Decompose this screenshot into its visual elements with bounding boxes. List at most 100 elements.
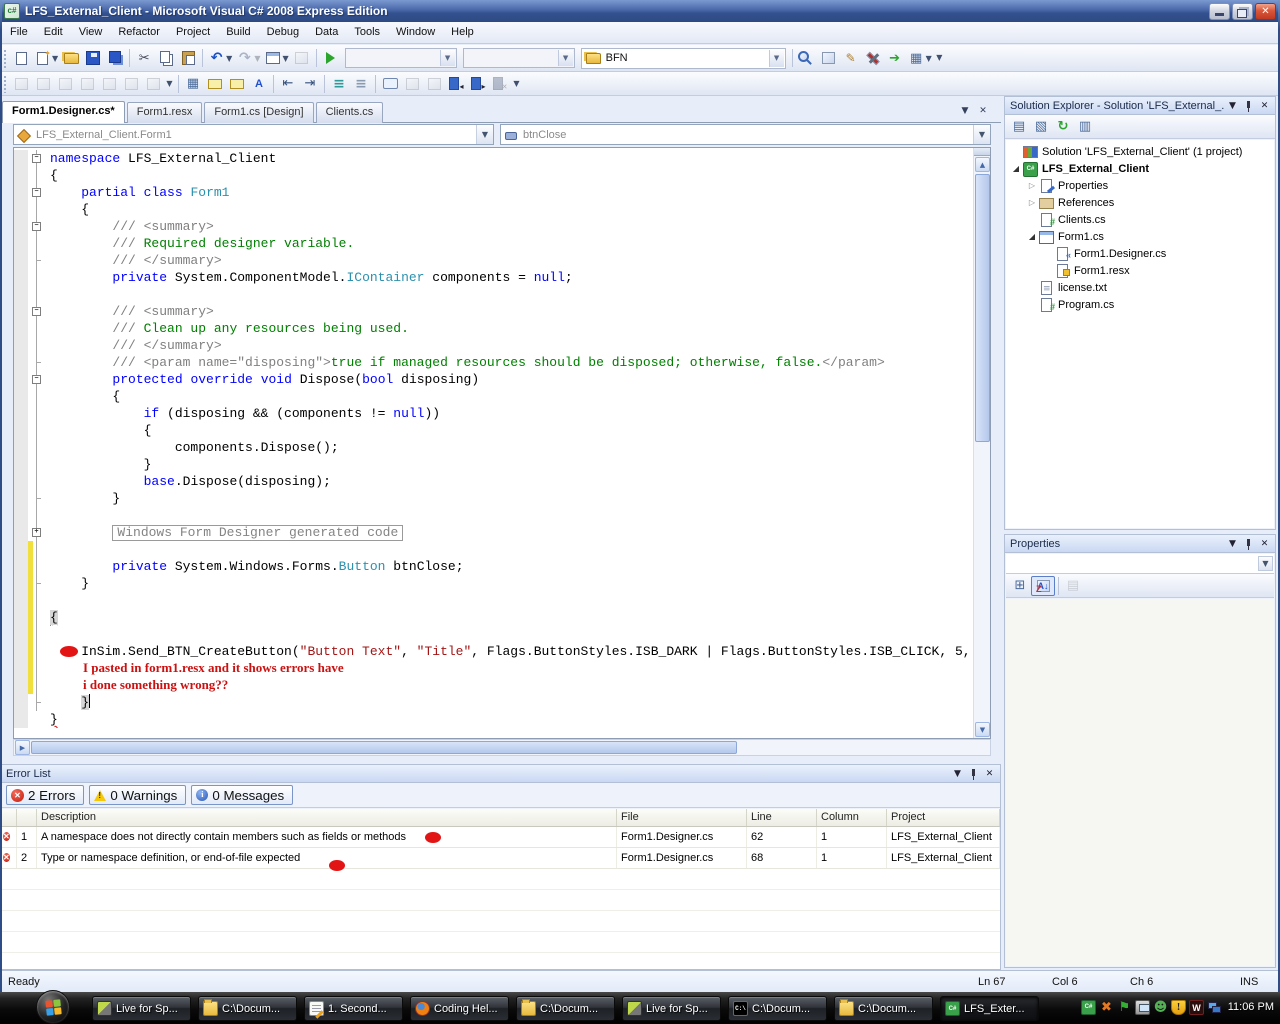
fold-toggle-icon[interactable]: − [32, 222, 41, 231]
scroll-right-icon[interactable]: ▶ [15, 740, 30, 755]
fold-margin[interactable]: − [28, 184, 44, 201]
filter-errors-button[interactable]: 2 Errors [6, 785, 85, 805]
error-row[interactable]: 2Type or namespace definition, or end-of… [1, 848, 1000, 871]
member-list-button[interactable]: ▼ [906, 47, 934, 69]
word-completion-button[interactable] [248, 73, 270, 95]
menu-window[interactable]: Window [388, 22, 443, 43]
tree-item-program-cs[interactable]: Program.cs [1006, 296, 1274, 313]
tab-form1-cs-design-[interactable]: Form1.cs [Design] [204, 102, 314, 123]
column-header-Line[interactable]: Line [747, 809, 817, 826]
fold-margin[interactable] [28, 167, 44, 184]
fold-margin[interactable]: + [28, 524, 44, 541]
scroll-up-icon[interactable]: ▲ [975, 157, 990, 172]
fold-margin[interactable] [28, 456, 44, 473]
close-button[interactable]: ✕ [1255, 2, 1276, 20]
configuration-combo[interactable]: ▼ [462, 48, 575, 68]
toolbar-overflow-icon[interactable]: ▼ [934, 47, 945, 69]
fold-margin[interactable] [28, 422, 44, 439]
code-line[interactable]: /// Required designer variable. [14, 235, 973, 252]
code-line[interactable]: { [14, 167, 973, 184]
column-header-Project[interactable]: Project [887, 809, 1000, 826]
device-tray-icon[interactable] [1135, 1000, 1150, 1015]
tree-item-form1-resx[interactable]: Form1.resx [1006, 262, 1274, 279]
fold-toggle-icon[interactable]: − [32, 375, 41, 384]
find-in-files-button[interactable] [796, 47, 818, 69]
chevron-down-icon[interactable]: ▼ [439, 50, 455, 66]
minimize-button[interactable] [1209, 2, 1230, 20]
messenger-tray-icon[interactable] [1153, 1000, 1168, 1015]
code-line[interactable]: private System.ComponentModel.IContainer… [14, 269, 973, 286]
fold-margin[interactable] [28, 269, 44, 286]
code-line[interactable]: private System.Windows.Forms.Button btnC… [14, 558, 973, 575]
winamp-tray-icon[interactable] [1189, 1000, 1204, 1015]
save-all-button[interactable] [104, 47, 126, 69]
shield-tray-icon[interactable] [1171, 1000, 1186, 1015]
column-header-Description[interactable]: Description [37, 809, 617, 826]
filter-messages-button[interactable]: 0 Messages [191, 785, 294, 805]
tree-expander-icon[interactable] [1010, 160, 1022, 177]
menu-refactor[interactable]: Refactor [110, 22, 168, 43]
fold-margin[interactable] [28, 473, 44, 490]
code-line[interactable]: − protected override void Dispose(bool d… [14, 371, 973, 388]
column-header-File[interactable]: File [617, 809, 747, 826]
view-diagram-button[interactable] [1074, 117, 1096, 137]
taskbar-button-live-for-sp-[interactable]: Live for Sp... [622, 996, 721, 1021]
fold-margin[interactable] [28, 694, 44, 711]
auto-hide-pin-icon[interactable] [1241, 537, 1256, 551]
code-line[interactable]: /// </summary> [14, 252, 973, 269]
chevron-down-icon[interactable]: ▼ [1258, 556, 1273, 571]
tree-item-license-txt[interactable]: license.txt [1006, 279, 1274, 296]
navigate-window-button[interactable]: ▼ [262, 47, 290, 69]
menu-edit[interactable]: Edit [36, 22, 71, 43]
start-page-button[interactable] [884, 47, 906, 69]
code-line[interactable]: } [14, 711, 973, 728]
tree-item-lfs-external-client[interactable]: LFS_External_Client [1006, 160, 1274, 177]
scroll-down-icon[interactable]: ▼ [975, 722, 990, 737]
object-combo[interactable]: ▼ [1006, 554, 1274, 574]
code-line[interactable]: − namespace LFS_External_Client [14, 150, 973, 167]
taskbar-button-coding-hel-[interactable]: Coding Hel... [410, 996, 509, 1021]
menu-data[interactable]: Data [307, 22, 346, 43]
fold-margin[interactable] [28, 354, 44, 371]
code-line[interactable] [14, 592, 973, 609]
fold-margin[interactable] [28, 405, 44, 422]
tree-item-references[interactable]: References [1006, 194, 1274, 211]
fold-toggle-icon[interactable]: − [32, 154, 41, 163]
window-position-icon[interactable]: ▼ [1225, 537, 1240, 551]
tree-item-clients-cs[interactable]: Clients.cs [1006, 211, 1274, 228]
save-button[interactable] [82, 47, 104, 69]
horizontal-scroll-thumb[interactable] [31, 741, 737, 754]
code-line[interactable] [14, 541, 973, 558]
fold-margin[interactable] [28, 507, 44, 524]
code-line[interactable]: /// </summary> [14, 337, 973, 354]
fold-margin[interactable] [28, 711, 44, 728]
chevron-down-icon[interactable]: ▼ [768, 49, 784, 67]
taskbar-button-1-second-[interactable]: 1. Second... [304, 996, 403, 1021]
highlight-rect-button[interactable] [379, 73, 401, 95]
filter-warnings-button[interactable]: 0 Warnings [89, 785, 187, 805]
active-files-dropdown-icon[interactable]: ▼ [957, 104, 973, 119]
code-line[interactable]: { [14, 388, 973, 405]
menu-file[interactable]: File [2, 22, 36, 43]
fold-margin[interactable] [28, 286, 44, 303]
fold-margin[interactable] [28, 388, 44, 405]
categorized-button[interactable] [1009, 576, 1031, 596]
column-header-Column[interactable]: Column [817, 809, 887, 826]
fold-toggle-icon[interactable]: − [32, 188, 41, 197]
code-line[interactable]: } [14, 490, 973, 507]
tree-item-properties[interactable]: Properties [1006, 177, 1274, 194]
taskbar-button-c-docum-[interactable]: C:\Docum... [198, 996, 297, 1021]
properties-grid[interactable] [1006, 599, 1274, 966]
tree-item-form1-designer-cs[interactable]: Form1.Designer.cs [1006, 245, 1274, 262]
code-line[interactable]: } [14, 575, 973, 592]
menu-debug[interactable]: Debug [259, 22, 307, 43]
network-tray-icon[interactable] [1207, 1000, 1222, 1015]
copy-button[interactable] [155, 47, 177, 69]
code-editor[interactable]: − namespace LFS_External_Client{− partial… [13, 147, 991, 739]
code-line[interactable]: InSim.Send_BTN_CreateButton("Button Text… [14, 643, 973, 660]
find-combo[interactable]: BFN ▼ [580, 47, 786, 69]
tree-expander-icon[interactable] [1026, 177, 1038, 194]
menu-view[interactable]: View [71, 22, 111, 43]
close-panel-icon[interactable]: ✕ [1257, 99, 1272, 113]
code-line[interactable]: { [14, 609, 973, 626]
